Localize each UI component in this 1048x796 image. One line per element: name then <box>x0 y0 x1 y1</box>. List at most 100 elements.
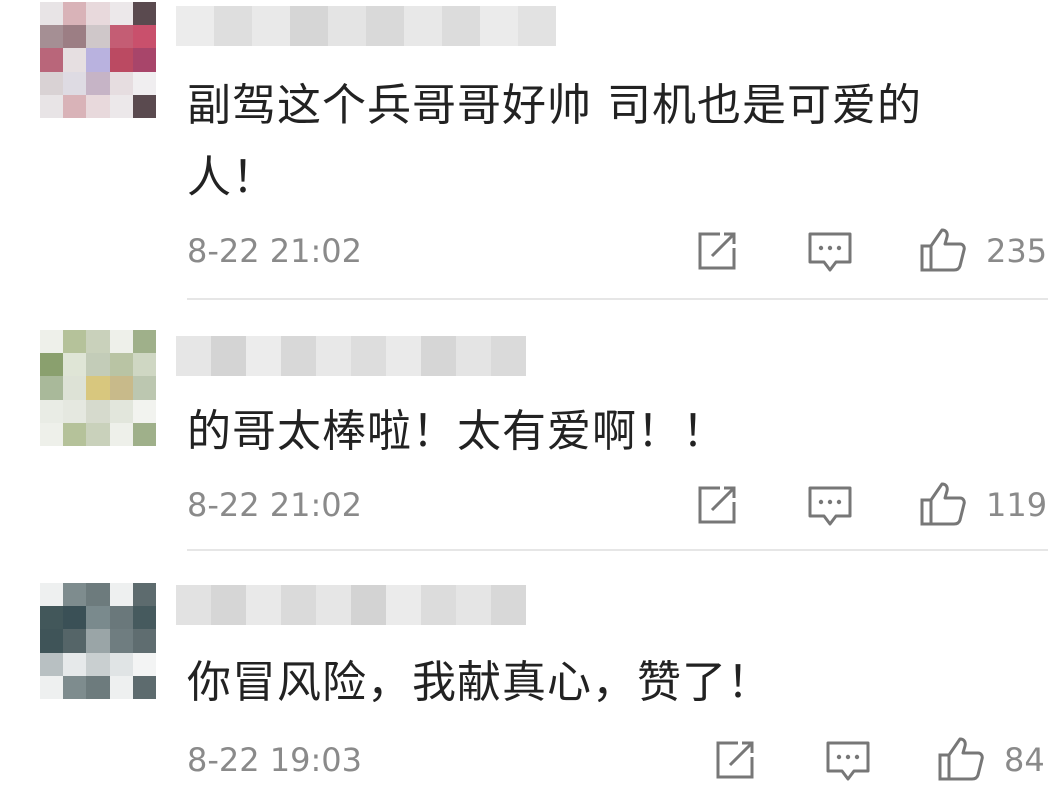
avatar-mosaic-tile <box>132 422 156 446</box>
username-blurred[interactable] <box>176 336 526 376</box>
avatar-mosaic-tile <box>132 2 156 26</box>
avatar-mosaic-tile <box>109 330 134 354</box>
avatar-mosaic-tile <box>109 629 134 654</box>
avatar-mosaic-tile <box>109 353 134 378</box>
avatar-mosaic-tile <box>63 71 88 96</box>
avatar-mosaic-tile <box>132 330 156 354</box>
avatar-mosaic-tile <box>86 606 111 631</box>
avatar-mosaic-tile <box>63 399 88 424</box>
username-blurred[interactable] <box>176 6 556 46</box>
avatar-mosaic-tile <box>109 606 134 631</box>
avatar-mosaic-tile <box>132 675 156 699</box>
avatar-mosaic-tile <box>86 629 111 654</box>
like-count: 84 <box>1004 741 1045 779</box>
avatar-mosaic-tile <box>86 353 111 378</box>
like-count: 235 <box>986 232 1048 270</box>
avatar-mosaic-tile <box>63 606 88 631</box>
avatar-mosaic-tile <box>63 422 88 446</box>
like-count: 119 <box>986 486 1048 524</box>
avatar-mosaic-tile <box>40 94 64 118</box>
avatar-mosaic-tile <box>40 330 64 354</box>
avatar[interactable] <box>40 2 156 118</box>
avatar-mosaic-tile <box>40 25 64 50</box>
avatar-mosaic-tile <box>86 675 111 699</box>
comment-item: 的哥太棒啦！太有爱啊！！ 8-22 21:02 119 <box>0 300 1048 551</box>
avatar-mosaic-tile <box>132 629 156 654</box>
comment-item: 副驾这个兵哥哥好帅 司机也是可爱的人！ 8-22 21:02 235 <box>0 0 1048 300</box>
avatar-mosaic-tile <box>63 629 88 654</box>
avatar-mosaic-tile <box>132 25 156 50</box>
avatar-mosaic-tile <box>40 2 64 26</box>
comment-text: 的哥太棒啦！太有爱啊！！ <box>187 406 727 457</box>
avatar[interactable] <box>40 330 156 446</box>
share-icon[interactable] <box>712 737 758 783</box>
avatar-mosaic-tile <box>86 48 111 73</box>
avatar-mosaic-tile <box>109 94 134 118</box>
thumbs-up-icon[interactable] <box>918 226 968 274</box>
avatar-mosaic-tile <box>86 2 111 26</box>
avatar-mosaic-tile <box>40 48 64 73</box>
avatar-mosaic-tile <box>40 422 64 446</box>
avatar-mosaic-tile <box>63 353 88 378</box>
avatar-mosaic-tile <box>109 71 134 96</box>
avatar-mosaic-tile <box>63 675 88 699</box>
avatar-mosaic-tile <box>63 583 88 607</box>
avatar-mosaic-tile <box>132 71 156 96</box>
avatar-mosaic-tile <box>109 376 134 401</box>
avatar-mosaic-tile <box>132 583 156 607</box>
username-blurred[interactable] <box>176 585 526 625</box>
avatar-mosaic-tile <box>109 675 134 699</box>
avatar-mosaic-tile <box>40 376 64 401</box>
avatar-mosaic-tile <box>132 48 156 73</box>
avatar-mosaic-tile <box>86 71 111 96</box>
avatar-mosaic-tile <box>109 2 134 26</box>
avatar-mosaic-tile <box>63 94 88 118</box>
avatar-mosaic-tile <box>40 353 64 378</box>
reply-icon[interactable] <box>824 739 872 783</box>
comment-timestamp: 8-22 21:02 <box>187 486 363 524</box>
avatar-mosaic-tile <box>86 94 111 118</box>
comment-timestamp: 8-22 19:03 <box>187 741 363 779</box>
avatar-mosaic-tile <box>86 376 111 401</box>
avatar-mosaic-tile <box>109 25 134 50</box>
avatar-mosaic-tile <box>109 652 134 677</box>
avatar-mosaic-tile <box>132 353 156 378</box>
avatar-mosaic-tile <box>40 399 64 424</box>
avatar-mosaic-tile <box>86 583 111 607</box>
avatar[interactable] <box>40 583 156 699</box>
avatar-mosaic-tile <box>86 652 111 677</box>
avatar-mosaic-tile <box>86 330 111 354</box>
avatar-mosaic-tile <box>63 2 88 26</box>
avatar-mosaic-tile <box>132 652 156 677</box>
avatar-mosaic-tile <box>109 583 134 607</box>
comment-text: 你冒风险，我献真心，赞了！ <box>187 657 772 708</box>
avatar-mosaic-tile <box>86 25 111 50</box>
avatar-mosaic-tile <box>86 399 111 424</box>
avatar-mosaic-tile <box>40 71 64 96</box>
avatar-mosaic-tile <box>63 330 88 354</box>
comment-timestamp: 8-22 21:02 <box>187 232 363 270</box>
comment-item: 你冒风险，我献真心，赞了！ 8-22 19:03 84 <box>0 551 1048 796</box>
avatar-mosaic-tile <box>63 652 88 677</box>
avatar-mosaic-tile <box>63 25 88 50</box>
avatar-mosaic-tile <box>40 583 64 607</box>
thumbs-up-icon[interactable] <box>918 480 968 528</box>
avatar-mosaic-tile <box>40 606 64 631</box>
avatar-mosaic-tile <box>86 422 111 446</box>
avatar-mosaic-tile <box>109 399 134 424</box>
share-icon[interactable] <box>694 482 740 528</box>
reply-icon[interactable] <box>806 230 854 274</box>
avatar-mosaic-tile <box>63 376 88 401</box>
share-icon[interactable] <box>694 228 740 274</box>
avatar-mosaic-tile <box>109 422 134 446</box>
avatar-mosaic-tile <box>132 606 156 631</box>
reply-icon[interactable] <box>806 484 854 528</box>
avatar-mosaic-tile <box>40 652 64 677</box>
avatar-mosaic-tile <box>63 48 88 73</box>
avatar-mosaic-tile <box>132 399 156 424</box>
avatar-mosaic-tile <box>132 376 156 401</box>
avatar-mosaic-tile <box>40 629 64 654</box>
avatar-mosaic-tile <box>40 675 64 699</box>
thumbs-up-icon[interactable] <box>936 735 986 783</box>
comment-text: 副驾这个兵哥哥好帅 司机也是可爱的人！ <box>187 80 922 203</box>
